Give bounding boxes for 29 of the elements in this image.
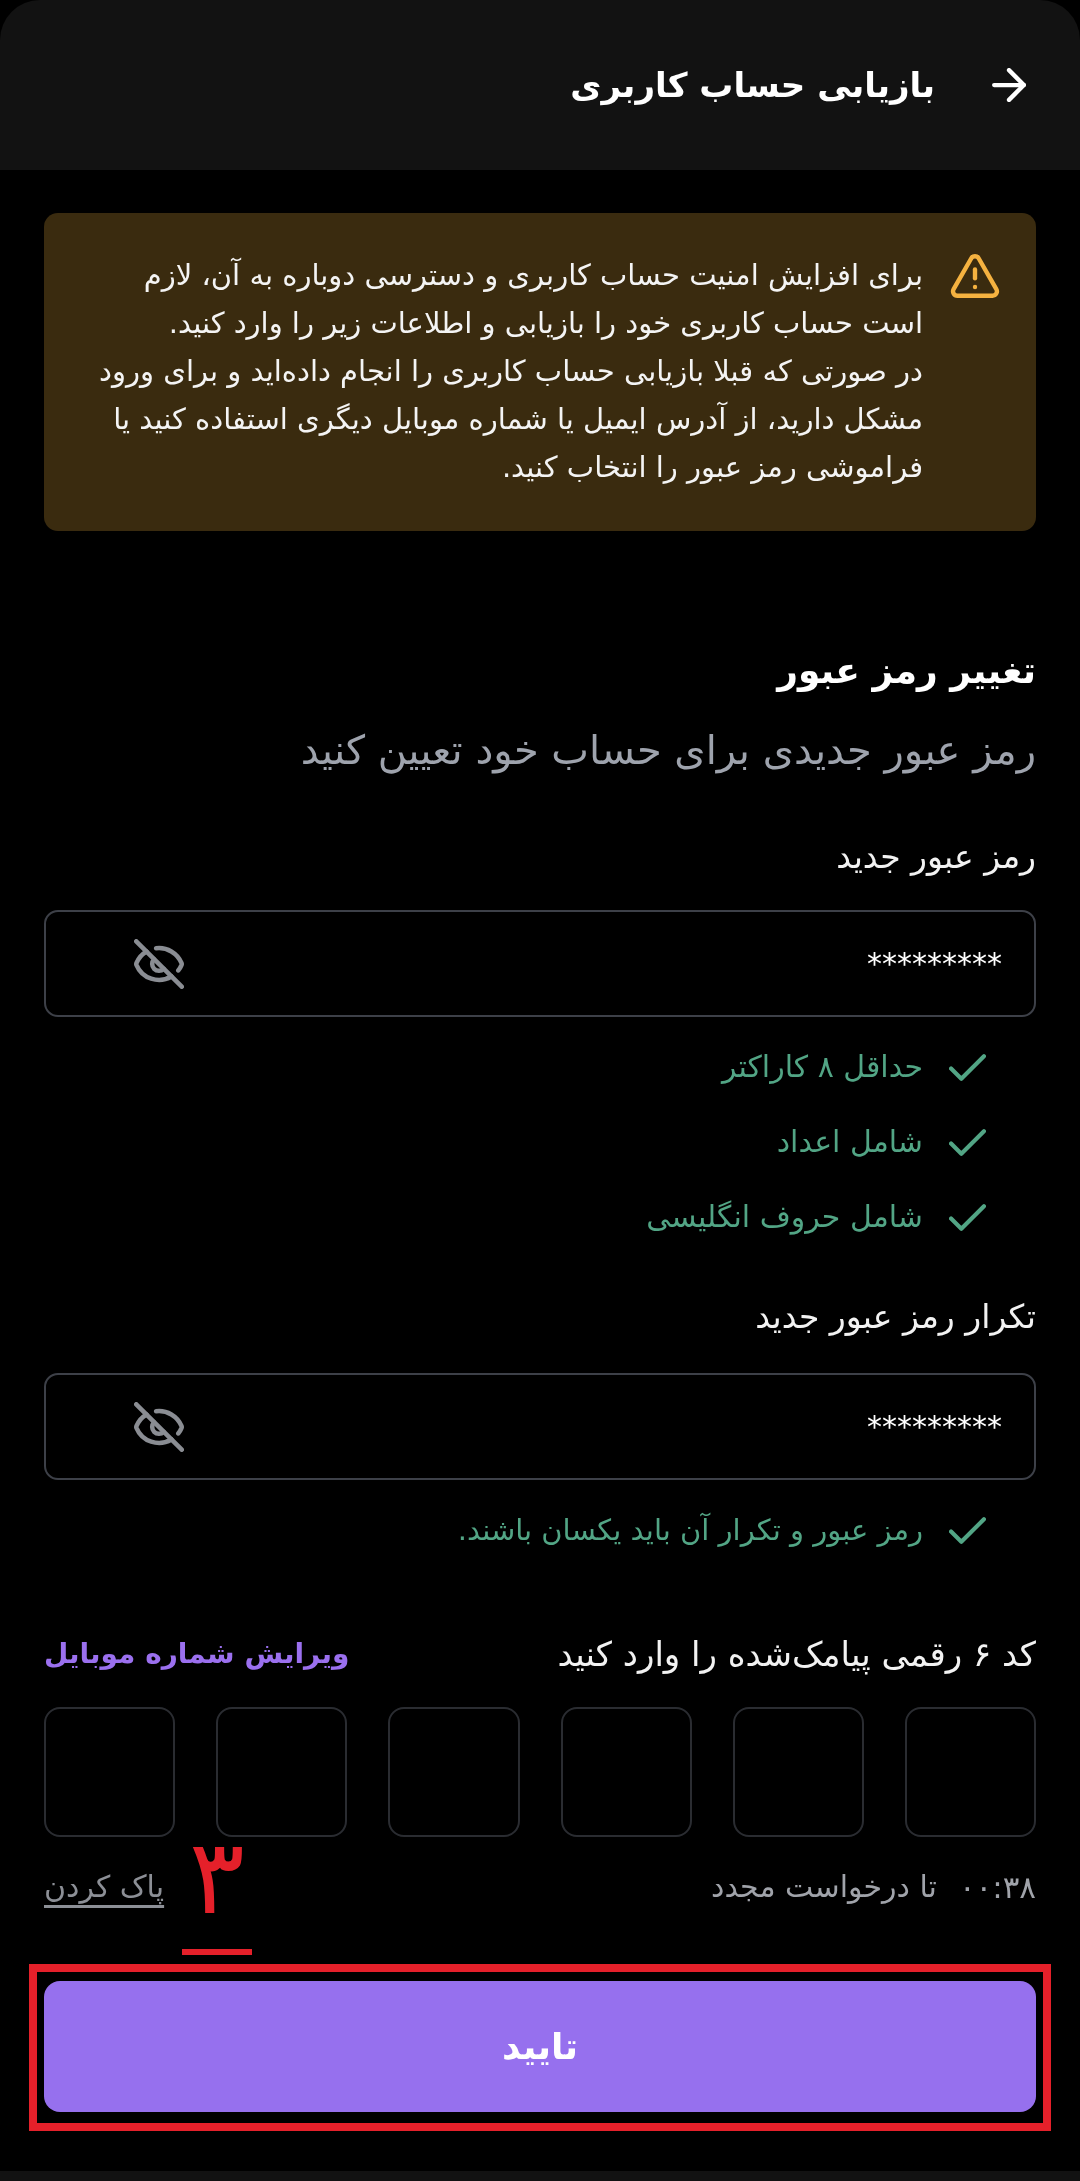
field-label: تکرار رمز عبور جدید: [754, 1296, 1036, 1338]
password-field[interactable]: *********: [44, 910, 1036, 1017]
countdown-timer: ۰۰:۳۸: [958, 1868, 1036, 1907]
code-digit-field[interactable]: [904, 1707, 1036, 1837]
password-field[interactable]: *********: [44, 1373, 1036, 1480]
requirement-text: رمز عبور و تکرار آن باید یکسان باشند.: [457, 1512, 923, 1549]
code-digit-field[interactable]: [44, 1707, 176, 1837]
section-subtitle: رمز عبور جدیدی برای حساب خود تعیین کنید: [299, 726, 1036, 776]
resend-text: تا درخواست مجدد: [711, 1868, 937, 1906]
eye-slash-icon[interactable]: [134, 938, 184, 989]
requirement-text: حداقل ۸ کاراکتر: [721, 1048, 923, 1086]
code-digit-field[interactable]: [216, 1707, 348, 1837]
requirement-text: شامل حروف انگلیسی: [646, 1198, 923, 1237]
confirm-button[interactable]: تایید: [44, 1981, 1036, 2112]
page-title: بازیابی حساب کاربری: [570, 64, 935, 108]
code-digit-field[interactable]: [388, 1707, 520, 1837]
clear-link[interactable]: پاک کردن: [44, 1865, 165, 1909]
section-title: تغییر رمز عبور: [774, 649, 1036, 694]
step-number: ۳: [182, 1825, 252, 1955]
notice-text: در صورتی که قبلا بازیابی حساب کاربری را انجام داده‌اید و برای ورود مشکل دارید، از آدرس ایمیل یا شماره موبایل دیگری استفاده کنید یا فراموشی رمز عبور را انتخاب کنید.: [98, 353, 923, 486]
code-digit-field[interactable]: [560, 1707, 692, 1837]
requirement-text: شامل اعداد: [776, 1123, 923, 1161]
warning-icon: [950, 253, 1000, 299]
code-label: کد ۶ رقمی پیامک‌شده را وارد کنید: [557, 1633, 1036, 1677]
eye-slash-icon[interactable]: [134, 1401, 184, 1452]
edit-phone-link[interactable]: ویرایش شماره موبایل: [44, 1630, 350, 1678]
code-digit-field[interactable]: [732, 1707, 864, 1837]
notice-text: برای افزایش امنیت حساب کاربری و دسترسی دوباره به آن، لازم است حساب کاربری خود را بازیابی و اطلاعات زیر را وارد کنید.: [142, 257, 923, 342]
field-label: رمز عبور جدید: [835, 836, 1036, 878]
